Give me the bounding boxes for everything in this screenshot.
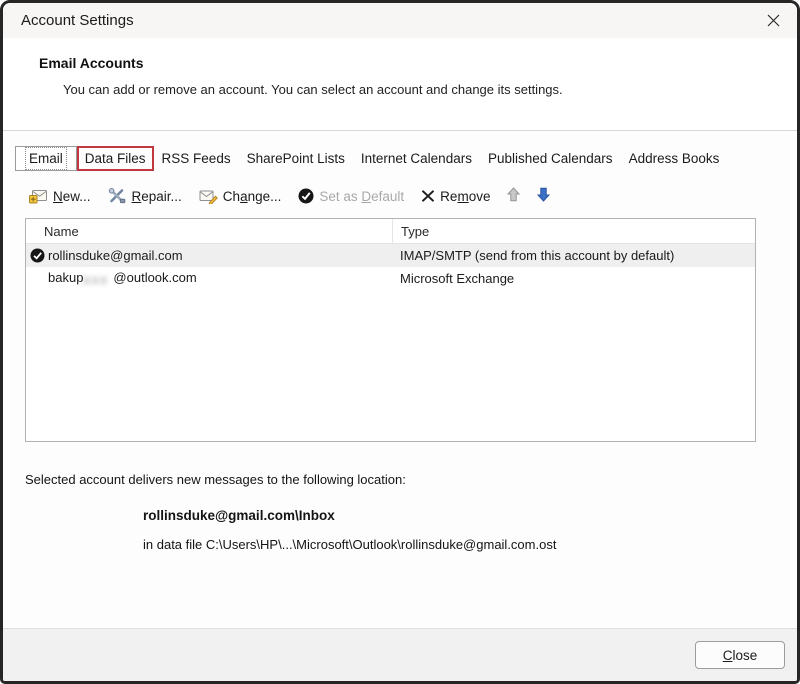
tab-sharepoint-lists[interactable]: SharePoint Lists	[239, 146, 353, 171]
delivery-location: rollinsduke@gmail.com\Inbox	[143, 508, 335, 523]
tab-rss-feeds[interactable]: RSS Feeds	[154, 146, 239, 171]
tab-published-calendars[interactable]: Published Calendars	[480, 146, 621, 171]
set-as-default-button[interactable]: Set as Default	[298, 188, 404, 204]
page-title: Email Accounts	[39, 55, 144, 71]
delivery-details: Selected account delivers new messages t…	[25, 472, 797, 552]
column-header-type: Type	[392, 219, 755, 243]
set-as-default-label: Set as Default	[319, 188, 405, 204]
title-bar: Account Settings	[3, 3, 797, 38]
list-header: Name Type	[26, 219, 755, 244]
account-row-outlook[interactable]: bakupxxx @outlook.com Microsoft Exchange	[26, 267, 755, 290]
tab-internet-calendars[interactable]: Internet Calendars	[353, 146, 480, 171]
set-default-icon	[298, 188, 314, 204]
tab-strip: Email Data Files RSS Feeds SharePoint Li…	[15, 146, 797, 171]
tab-data-files[interactable]: Data Files	[76, 146, 154, 171]
arrow-up-icon	[507, 187, 521, 205]
tab-address-books-label: Address Books	[628, 151, 720, 166]
tab-address-books[interactable]: Address Books	[621, 146, 728, 171]
remove-button[interactable]: Remove	[421, 189, 490, 204]
close-icon[interactable]	[766, 13, 781, 28]
account-type: Microsoft Exchange	[400, 271, 515, 286]
change-button[interactable]: Change...	[199, 188, 282, 204]
data-file-path: in data file C:\Users\HP\...\Microsoft\O…	[143, 537, 557, 552]
header-section: Email Accounts You can add or remove an …	[3, 38, 797, 131]
account-type: IMAP/SMTP (send from this account by def…	[400, 248, 675, 263]
window-title: Account Settings	[21, 12, 134, 29]
repair-label: Repair...	[131, 188, 182, 204]
tab-data-files-label: Data Files	[84, 151, 146, 166]
account-settings-dialog: Account Settings Email Accounts You can …	[0, 0, 800, 684]
dialog-footer: Close	[3, 628, 797, 681]
tab-email[interactable]: Email	[15, 146, 77, 171]
account-name: bakupxxx @outlook.com	[48, 270, 197, 287]
accounts-list: Name Type rollinsduke@gmail.com IMAP/SMT…	[25, 218, 756, 442]
new-account-label: New...	[53, 188, 91, 204]
remove-icon	[421, 189, 435, 203]
repair-icon	[108, 188, 127, 204]
move-up-button[interactable]	[507, 187, 521, 205]
account-name: rollinsduke@gmail.com	[48, 248, 183, 263]
change-icon	[199, 188, 218, 204]
tab-published-calendars-label: Published Calendars	[487, 151, 613, 166]
delivery-intro-text: Selected account delivers new messages t…	[25, 472, 406, 487]
close-button[interactable]: Close	[695, 641, 785, 669]
new-account-icon	[29, 188, 48, 204]
move-down-button[interactable]	[537, 187, 551, 205]
repair-button[interactable]: Repair...	[108, 188, 182, 204]
dialog-body: Email Data Files RSS Feeds SharePoint Li…	[3, 131, 797, 628]
tab-rss-feeds-label: RSS Feeds	[161, 151, 231, 166]
default-account-check-icon	[30, 248, 45, 263]
change-label: Change...	[222, 188, 282, 204]
tab-email-label: Email	[25, 147, 67, 170]
column-header-name: Name	[44, 223, 79, 239]
tab-internet-calendars-label: Internet Calendars	[360, 151, 472, 166]
accounts-toolbar: New... Repair... Change... Set as Defaul…	[29, 187, 797, 205]
page-description: You can add or remove an account. You ca…	[63, 82, 563, 97]
arrow-down-icon	[537, 187, 551, 205]
remove-label: Remove	[440, 188, 491, 204]
blurred-text: xxx	[83, 271, 109, 287]
account-row-gmail[interactable]: rollinsduke@gmail.com IMAP/SMTP (send fr…	[26, 244, 755, 267]
new-account-button[interactable]: New...	[29, 188, 91, 204]
tab-sharepoint-lists-label: SharePoint Lists	[246, 151, 345, 166]
